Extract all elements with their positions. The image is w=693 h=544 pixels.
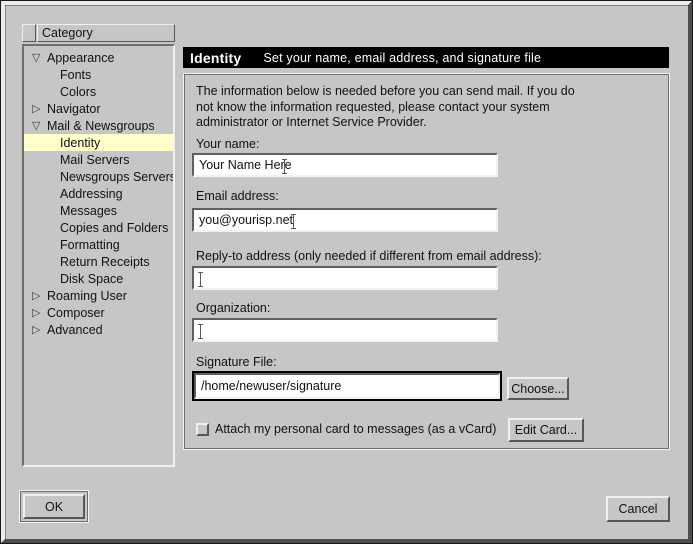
sidebar-item-messages[interactable]: Messages [24, 202, 173, 219]
sidebar-item-label: Messages [60, 204, 117, 218]
cancel-button[interactable]: Cancel [606, 496, 670, 522]
reply-to-field-frame [192, 266, 498, 290]
sidebar-item-newsgroups-servers[interactable]: Newsgroups Servers [24, 168, 173, 185]
sidebar-item-identity[interactable]: Identity [24, 134, 173, 151]
sidebar-item-addressing[interactable]: Addressing [24, 185, 173, 202]
organization-input[interactable] [194, 320, 496, 340]
sidebar-item-label: Identity [60, 136, 100, 150]
sidebar-item-roaming-user[interactable]: ▷ Roaming User [24, 287, 173, 304]
ok-button[interactable]: OK [23, 494, 85, 519]
sidebar-item-appearance[interactable]: ▽ Appearance [24, 49, 173, 66]
sidebar-item-label: Copies and Folders [60, 221, 168, 235]
sidebar-item-mail-newsgroups[interactable]: ▽ Mail & Newsgroups [24, 117, 173, 134]
category-tree: Category ▽ Appearance Fonts Colors ▷ Nav… [22, 24, 175, 467]
sidebar-item-label: Navigator [47, 102, 101, 116]
email-address-label: Email address: [196, 189, 279, 203]
reply-to-label: Reply-to address (only needed if differe… [196, 249, 542, 263]
your-name-input[interactable] [194, 155, 496, 175]
sidebar-item-return-receipts[interactable]: Return Receipts [24, 253, 173, 270]
identity-form-frame: The information below is needed before y… [183, 73, 670, 450]
collapsed-arrow-icon[interactable]: ▷ [32, 323, 47, 336]
sidebar-item-label: Formatting [60, 238, 120, 252]
sidebar-item-label: Roaming User [47, 289, 127, 303]
organization-label: Organization: [196, 301, 270, 315]
vcard-checkbox-label: Attach my personal card to messages (as … [215, 422, 496, 436]
category-header: Category [37, 24, 175, 42]
sidebar-item-label: Disk Space [60, 272, 123, 286]
sidebar-item-label: Colors [60, 85, 96, 99]
sidebar-item-fonts[interactable]: Fonts [24, 66, 173, 83]
vcard-checkbox[interactable] [196, 423, 209, 436]
sidebar-item-label: Advanced [47, 323, 103, 337]
category-header-label: Category [42, 26, 93, 40]
window-bevel: Category ▽ Appearance Fonts Colors ▷ Nav… [1, 1, 692, 543]
edit-card-button[interactable]: Edit Card... [508, 418, 584, 442]
sidebar-item-label: Newsgroups Servers [60, 170, 175, 184]
ok-default-ring: OK [19, 490, 89, 523]
intro-line: The information below is needed before y… [196, 84, 575, 100]
email-address-input[interactable] [194, 210, 496, 230]
intro-line: not know the information requested, plea… [196, 100, 575, 116]
signature-focus-ring [192, 371, 502, 401]
signature-file-input[interactable] [196, 375, 498, 397]
section-header-bar: Identity Set your name, email address, a… [183, 47, 669, 68]
expanded-arrow-icon[interactable]: ▽ [32, 51, 47, 64]
sidebar-item-disk-space[interactable]: Disk Space [24, 270, 173, 287]
preferences-window: Category ▽ Appearance Fonts Colors ▷ Nav… [0, 0, 693, 544]
sidebar-item-copies-folders[interactable]: Copies and Folders [24, 219, 173, 236]
sidebar-item-label: Return Receipts [60, 255, 150, 269]
window-content: Category ▽ Appearance Fonts Colors ▷ Nav… [5, 5, 688, 539]
collapsed-arrow-icon[interactable]: ▷ [32, 289, 47, 302]
intro-line: administrator or Internet Service Provid… [196, 115, 575, 131]
sidebar-item-navigator[interactable]: ▷ Navigator [24, 100, 173, 117]
sidebar-item-composer[interactable]: ▷ Composer [24, 304, 173, 321]
expanded-arrow-icon[interactable]: ▽ [32, 119, 47, 132]
signature-file-label: Signature File: [196, 355, 277, 369]
email-address-field-frame [192, 208, 498, 232]
sidebar-item-mail-servers[interactable]: Mail Servers [24, 151, 173, 168]
category-tree-header: Category [22, 24, 175, 42]
sidebar-item-label: Appearance [47, 51, 114, 65]
your-name-label: Your name: [196, 137, 259, 151]
sidebar-item-advanced[interactable]: ▷ Advanced [24, 321, 173, 338]
signature-field-frame [194, 373, 500, 399]
sidebar-item-formatting[interactable]: Formatting [24, 236, 173, 253]
intro-text: The information below is needed before y… [196, 84, 575, 131]
sidebar-item-colors[interactable]: Colors [24, 83, 173, 100]
sidebar-item-label: Mail & Newsgroups [47, 119, 155, 133]
reply-to-input[interactable] [194, 268, 496, 288]
sidebar-item-label: Mail Servers [60, 153, 129, 167]
collapsed-arrow-icon[interactable]: ▷ [32, 306, 47, 319]
organization-field-frame [192, 318, 498, 342]
section-subtitle: Set your name, email address, and signat… [263, 51, 541, 65]
section-title: Identity [190, 50, 241, 66]
collapsed-arrow-icon[interactable]: ▷ [32, 102, 47, 115]
sidebar-item-label: Addressing [60, 187, 123, 201]
category-header-stub [22, 24, 36, 42]
choose-button[interactable]: Choose... [507, 377, 569, 400]
sidebar-item-label: Fonts [60, 68, 91, 82]
category-tree-list: ▽ Appearance Fonts Colors ▷ Navigator ▽ … [22, 44, 175, 467]
sidebar-item-label: Composer [47, 306, 105, 320]
your-name-field-frame [192, 153, 498, 177]
